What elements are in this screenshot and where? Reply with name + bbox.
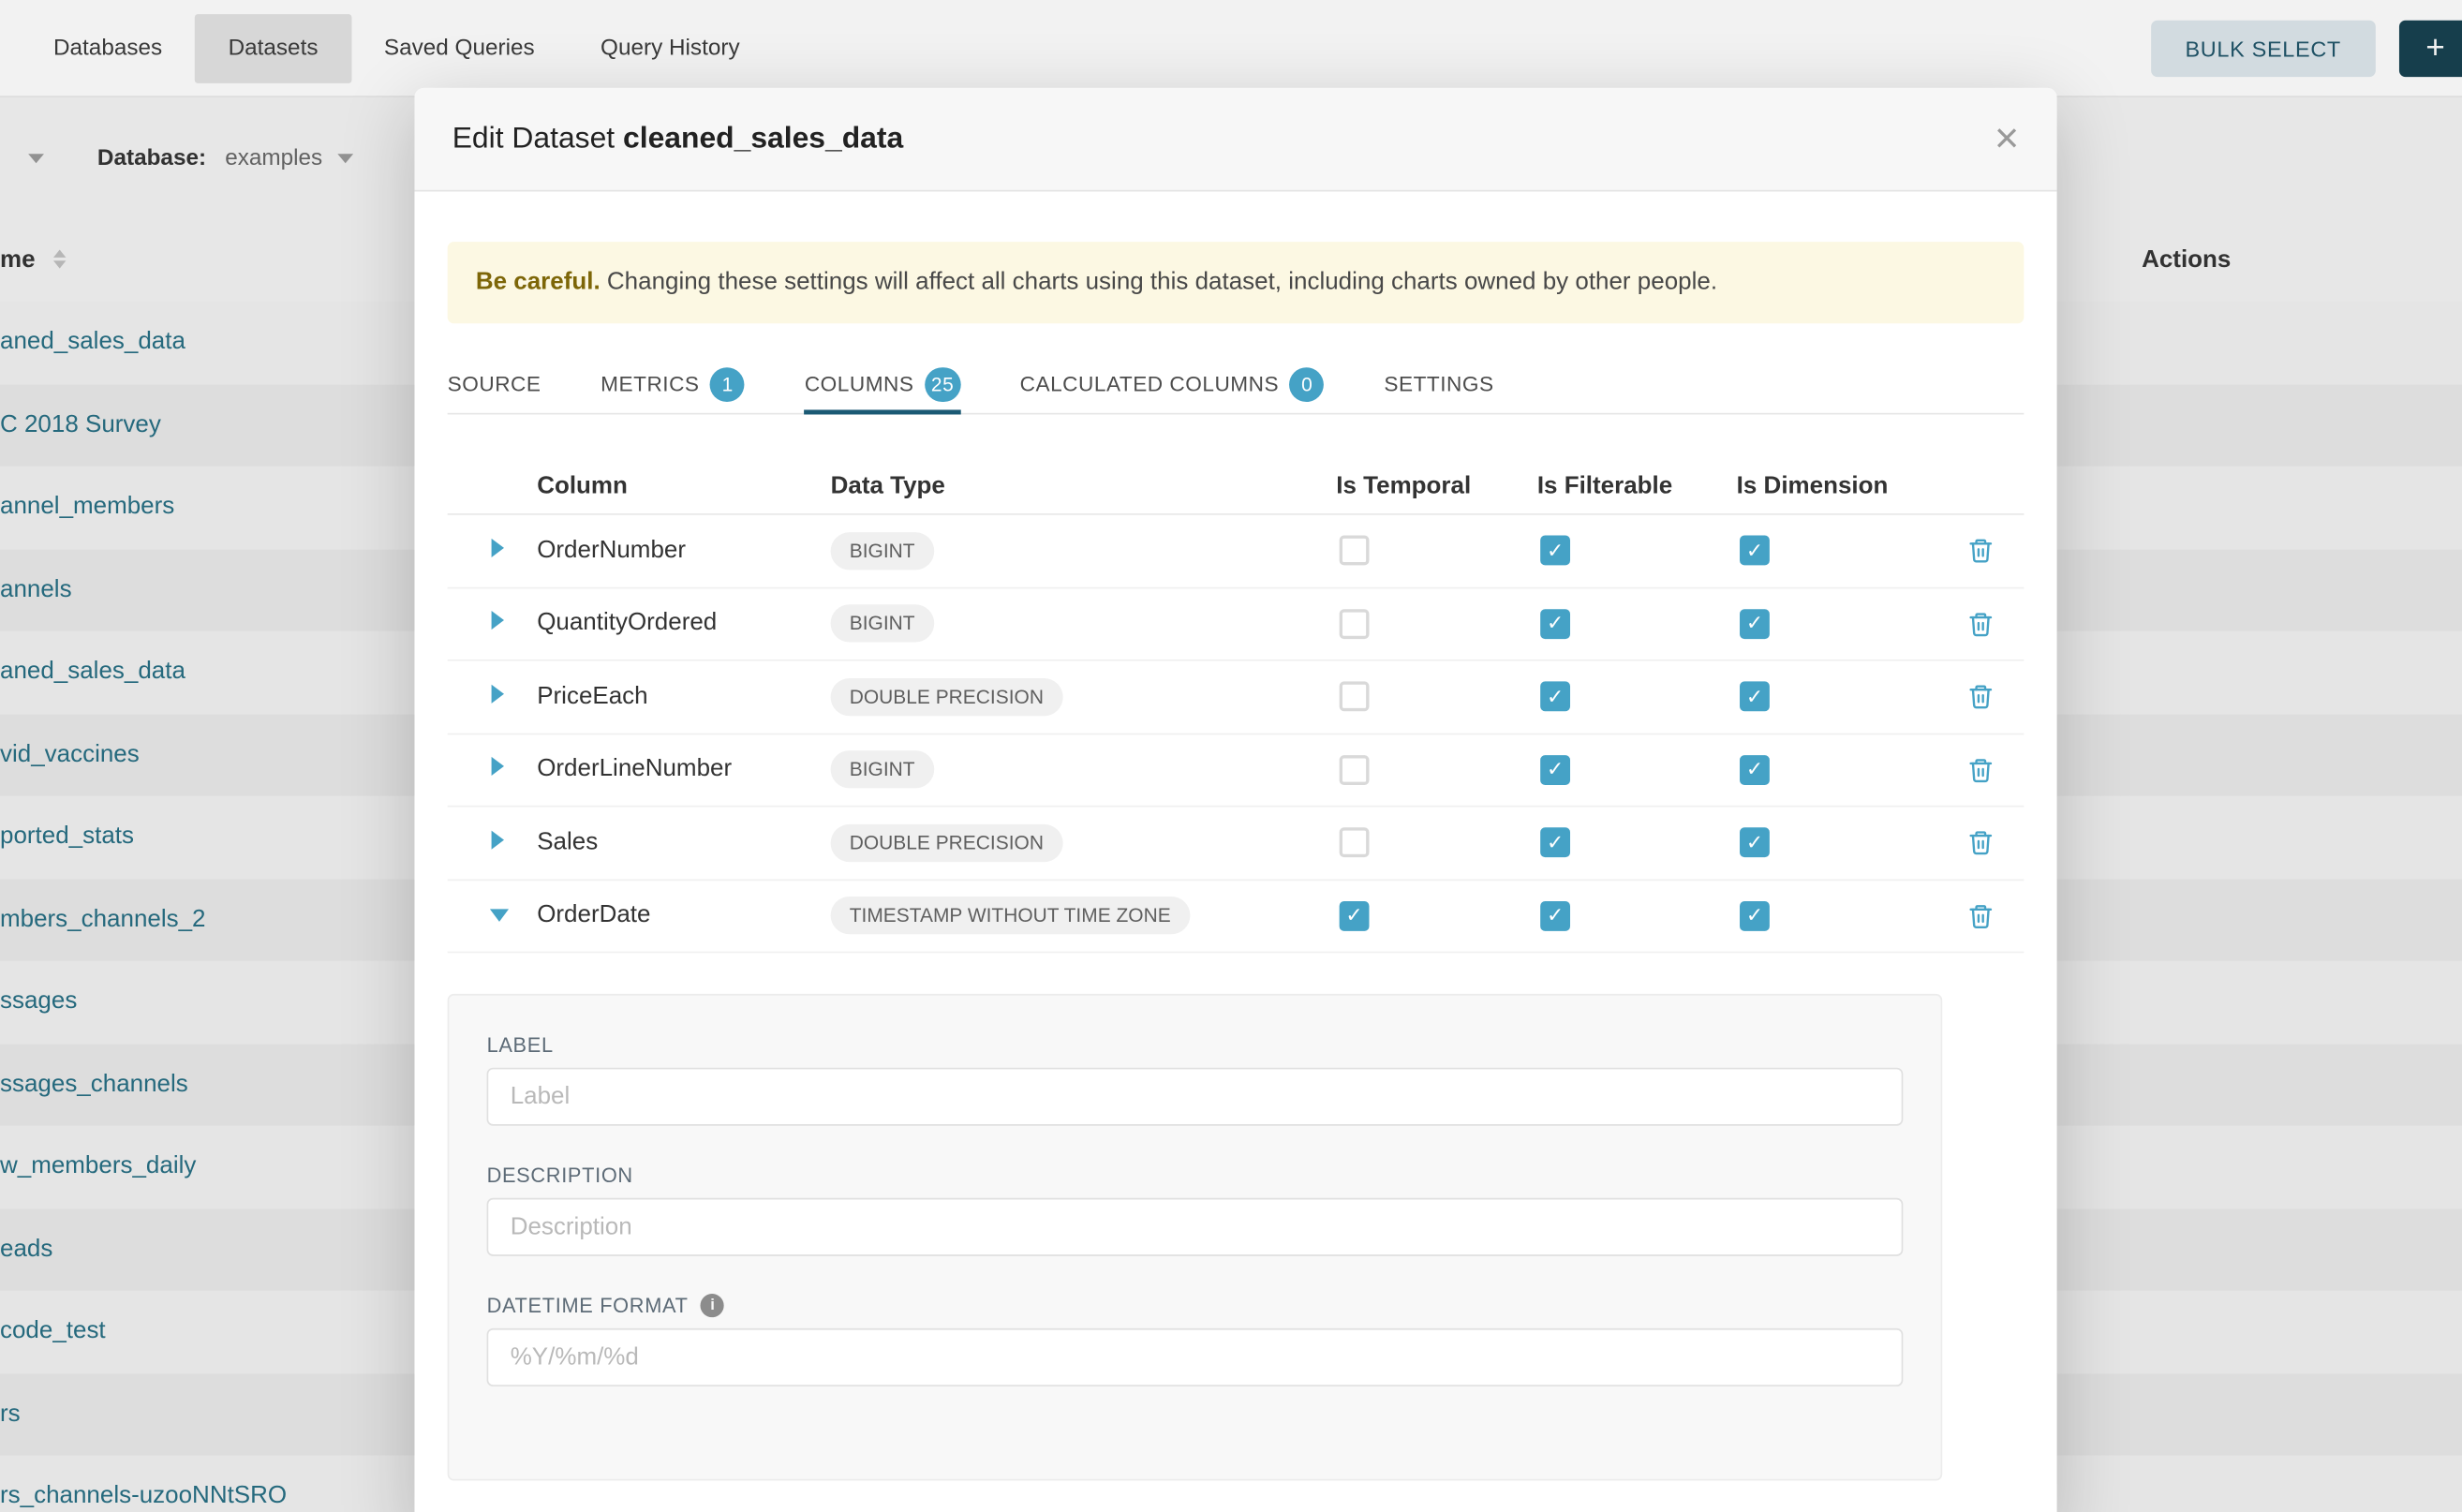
tab-label: CALCULATED COLUMNS xyxy=(1020,372,1279,395)
delete-column-icon[interactable] xyxy=(1966,756,1993,782)
column-header-is-dimension: Is Dimension xyxy=(1737,472,1936,500)
column-name: OrderNumber xyxy=(537,537,830,565)
column-row: OrderLineNumberBIGINT ✓ ✓ xyxy=(448,734,2024,808)
is-filterable-checkbox[interactable]: ✓ xyxy=(1540,828,1570,858)
description-input[interactable] xyxy=(487,1198,1904,1256)
column-header-is-temporal: Is Temporal xyxy=(1336,472,1537,500)
tab-calculated-columns[interactable]: CALCULATED COLUMNS 0 xyxy=(1020,355,1325,413)
is-dimension-checkbox[interactable]: ✓ xyxy=(1740,828,1770,858)
tab-count-badge: 1 xyxy=(710,366,745,401)
modal-title-dataset-name: cleaned_sales_data xyxy=(623,122,903,155)
collapse-caret-icon[interactable] xyxy=(490,910,509,922)
delete-column-icon[interactable] xyxy=(1966,611,1993,637)
tab-source[interactable]: SOURCE xyxy=(448,355,541,413)
expand-caret-icon[interactable] xyxy=(492,757,504,776)
column-name: OrderDate xyxy=(537,901,830,929)
data-type-pill: BIGINT xyxy=(831,751,934,789)
expand-caret-icon[interactable] xyxy=(492,611,504,630)
datetime-format-field-label: DATETIME FORMAT xyxy=(487,1294,689,1317)
modal-title-prefix: Edit Dataset xyxy=(452,122,615,155)
expand-caret-icon[interactable] xyxy=(492,684,504,703)
data-type-pill: TIMESTAMP WITHOUT TIME ZONE xyxy=(831,897,1190,934)
modal-title: Edit Dataset cleaned_sales_data xyxy=(452,122,904,156)
data-type-pill: DOUBLE PRECISION xyxy=(831,678,1062,716)
tab-count-badge: 25 xyxy=(925,366,960,401)
label-field-group: LABEL xyxy=(487,1033,1904,1126)
column-name: QuantityOrdered xyxy=(537,610,830,638)
modal-header: Edit Dataset cleaned_sales_data × xyxy=(414,88,2056,192)
is-dimension-checkbox[interactable]: ✓ xyxy=(1740,609,1770,639)
label-input[interactable] xyxy=(487,1068,1904,1126)
label-field-label: LABEL xyxy=(487,1033,554,1057)
column-row: PriceEachDOUBLE PRECISION ✓ ✓ xyxy=(448,661,2024,734)
is-filterable-checkbox[interactable]: ✓ xyxy=(1540,682,1570,712)
column-row: OrderDateTIMESTAMP WITHOUT TIME ZONE ✓ ✓ ✓ xyxy=(448,880,2024,953)
screen: DatabasesDatasetsSaved QueriesQuery Hist… xyxy=(0,0,2462,1512)
is-temporal-checkbox[interactable] xyxy=(1340,536,1370,566)
column-name: PriceEach xyxy=(537,683,830,711)
is-temporal-checkbox[interactable] xyxy=(1340,682,1370,712)
is-dimension-checkbox[interactable]: ✓ xyxy=(1740,901,1770,931)
delete-column-icon[interactable] xyxy=(1966,829,1993,855)
delete-column-icon[interactable] xyxy=(1966,683,1993,709)
edit-dataset-modal: Edit Dataset cleaned_sales_data × Be car… xyxy=(414,88,2056,1512)
warning-bold-text: Be careful. xyxy=(476,269,601,295)
column-name: OrderLineNumber xyxy=(537,756,830,784)
data-type-pill: DOUBLE PRECISION xyxy=(831,823,1062,861)
tab-metrics[interactable]: METRICS 1 xyxy=(601,355,745,413)
column-detail-panel: LABEL DESCRIPTION DATETIME FORMAT i xyxy=(448,994,1943,1481)
is-temporal-checkbox[interactable]: ✓ xyxy=(1340,901,1370,931)
delete-column-icon[interactable] xyxy=(1966,538,1993,564)
columns-table: ColumnData TypeIs TemporalIs FilterableI… xyxy=(448,458,2024,953)
is-filterable-checkbox[interactable]: ✓ xyxy=(1540,755,1570,785)
columns-table-body: OrderNumberBIGINT✓✓QuantityOrderedBIGINT… xyxy=(448,515,2024,954)
expand-caret-icon[interactable] xyxy=(492,830,504,849)
datetime-format-input[interactable] xyxy=(487,1328,1904,1386)
columns-table-header: ColumnData TypeIs TemporalIs FilterableI… xyxy=(448,458,2024,514)
description-field-label: DESCRIPTION xyxy=(487,1164,633,1187)
is-dimension-checkbox[interactable]: ✓ xyxy=(1740,755,1770,785)
is-temporal-checkbox[interactable] xyxy=(1340,609,1370,639)
tab-columns[interactable]: COLUMNS 25 xyxy=(805,355,960,413)
tab-label: METRICS xyxy=(601,372,699,395)
is-filterable-checkbox[interactable]: ✓ xyxy=(1540,536,1570,566)
is-dimension-checkbox[interactable]: ✓ xyxy=(1740,536,1770,566)
column-header-data-type: Data Type xyxy=(831,472,1337,500)
expand-caret-icon[interactable] xyxy=(492,538,504,556)
description-field-group: DESCRIPTION xyxy=(487,1164,1904,1256)
is-filterable-checkbox[interactable]: ✓ xyxy=(1540,609,1570,639)
is-temporal-checkbox[interactable] xyxy=(1340,755,1370,785)
warning-banner: Be careful. Changing these settings will… xyxy=(448,242,2024,323)
modal-body: Be careful. Changing these settings will… xyxy=(414,191,2056,1480)
column-header-column: Column xyxy=(537,472,830,500)
is-dimension-checkbox[interactable]: ✓ xyxy=(1740,682,1770,712)
is-filterable-checkbox[interactable]: ✓ xyxy=(1540,901,1570,931)
tab-label: SETTINGS xyxy=(1384,372,1493,395)
close-icon[interactable]: × xyxy=(1995,118,2019,160)
tab-label: COLUMNS xyxy=(805,372,914,395)
column-header-is-filterable: Is Filterable xyxy=(1537,472,1737,500)
delete-column-icon[interactable] xyxy=(1966,902,1993,928)
tab-count-badge: 0 xyxy=(1290,366,1325,401)
column-row: SalesDOUBLE PRECISION ✓ ✓ xyxy=(448,807,2024,880)
column-name: Sales xyxy=(537,829,830,857)
column-row: OrderNumberBIGINT ✓ ✓ xyxy=(448,515,2024,588)
modal-tabs: SOURCE METRICS 1 COLUMNS 25 CALCULATED COLUMN… xyxy=(448,355,2024,415)
warning-text: Changing these settings will affect all … xyxy=(607,269,1717,295)
info-icon[interactable]: i xyxy=(701,1294,724,1317)
tab-label: SOURCE xyxy=(448,372,541,395)
is-temporal-checkbox[interactable] xyxy=(1340,828,1370,858)
column-row: QuantityOrderedBIGINT ✓ ✓ xyxy=(448,588,2024,661)
data-type-pill: BIGINT xyxy=(831,532,934,570)
tab-settings[interactable]: SETTINGS xyxy=(1384,355,1493,413)
data-type-pill: BIGINT xyxy=(831,605,934,643)
datetime-format-field-group: DATETIME FORMAT i xyxy=(487,1294,1904,1386)
